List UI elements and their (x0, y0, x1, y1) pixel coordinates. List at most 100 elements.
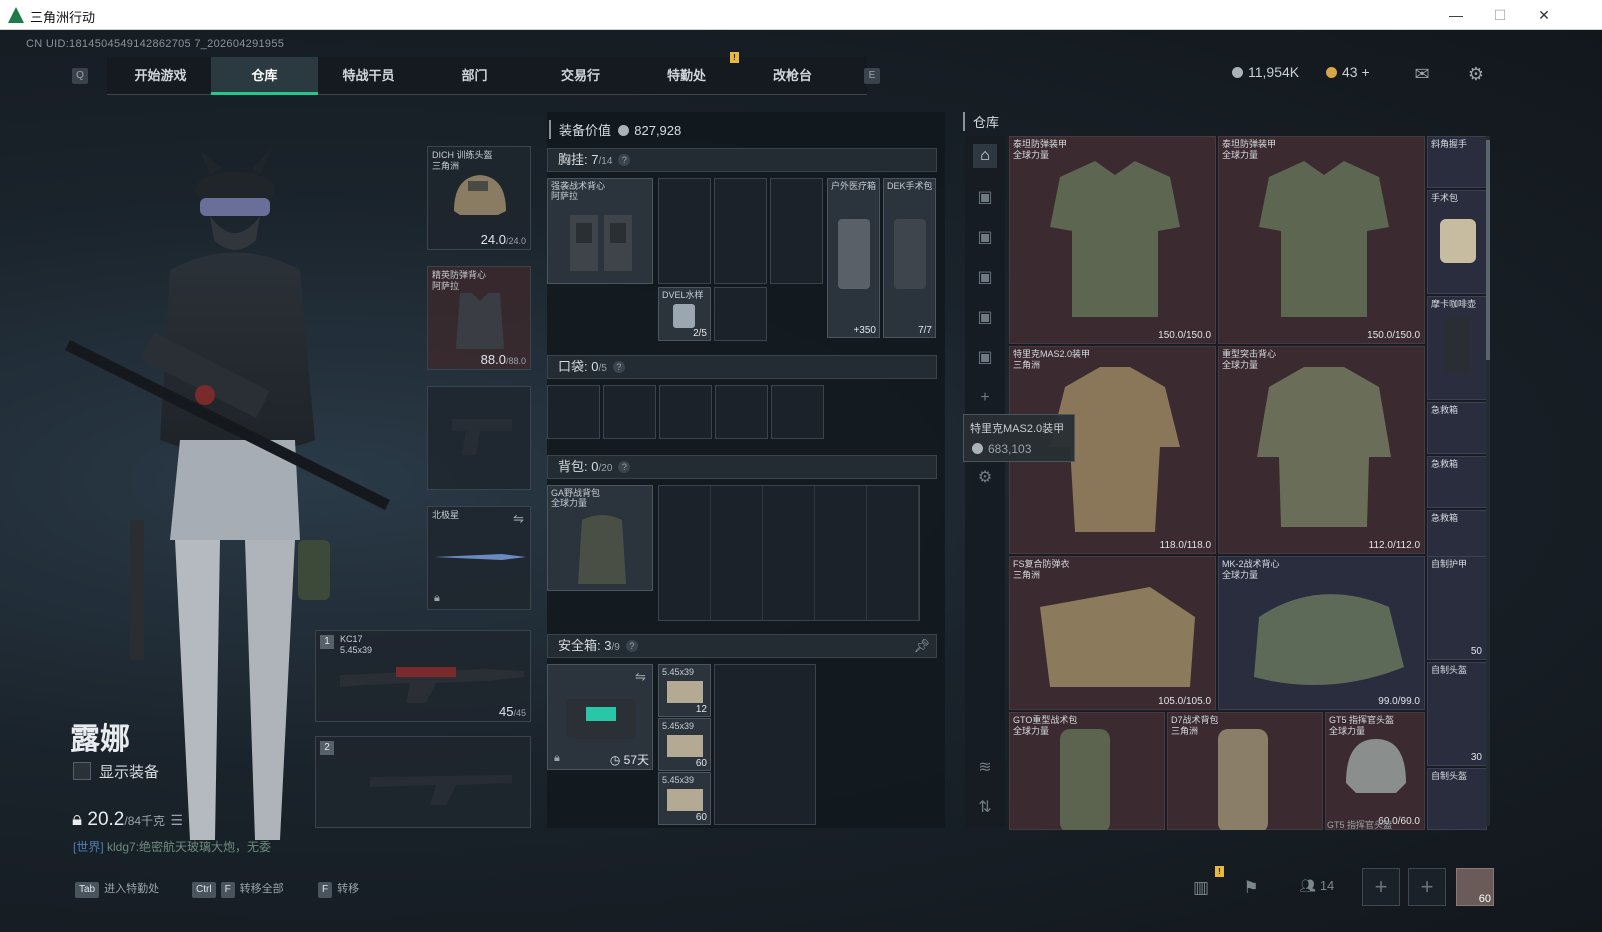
pocket-cell[interactable] (603, 385, 656, 439)
warehouse-item[interactable]: 泰坦防弹装甲 全球力量 150.0/150.0 (1218, 136, 1425, 344)
item-name: MK-2战术背心 (1222, 559, 1280, 569)
safe-box-item[interactable]: ⇋ 🔒︎ ◷ 57天 (547, 664, 653, 770)
chest-item-water[interactable]: DVEL水样 2/5 (658, 287, 711, 341)
mail-icon[interactable]: ✉ (1410, 64, 1434, 84)
chest-cell[interactable] (658, 178, 711, 284)
warehouse-item[interactable]: 泰坦防弹装甲 全球力量 150.0/150.0 (1009, 136, 1216, 344)
warehouse-small-item[interactable]: 急救箱 (1427, 456, 1487, 508)
tab-department[interactable]: 部门 (421, 57, 528, 95)
safe-help-icon[interactable]: ? (625, 640, 638, 652)
helmet-slot[interactable]: DICH 训练头盔 三角洲 24.0/24.0 (427, 146, 531, 250)
player-avatar[interactable]: 60 (1456, 868, 1494, 906)
warehouse-small-item[interactable]: 斜角握手 (1427, 136, 1487, 188)
pocket-cell[interactable] (547, 385, 600, 439)
layers-icon[interactable]: ≋ (973, 756, 997, 780)
nav-prev-key[interactable]: Q (72, 68, 88, 84)
chat-line[interactable]: [世界] kldg7:绝密航天玻璃大炮，无委 (73, 838, 271, 855)
backpack-name: GA野战背包 (551, 488, 601, 498)
chest-cell[interactable] (714, 287, 767, 341)
tab-special-ops[interactable]: 特勤处 (633, 57, 740, 95)
warehouse-scrollbar[interactable] (1486, 136, 1490, 826)
warehouse-page-icon[interactable]: ▣ (973, 266, 997, 290)
show-equipment-toggle[interactable]: 显示装备 (73, 761, 159, 782)
transfer-all-button[interactable]: Ctrl F 转移全部 (192, 875, 284, 903)
warehouse-small-item[interactable]: 自制护甲 50 (1427, 556, 1487, 660)
tab-warehouse[interactable]: 仓库 (211, 57, 318, 95)
pocket-cell[interactable] (715, 385, 768, 439)
safe-ammo-item[interactable]: 5.45x39 60 (658, 718, 711, 771)
friends-button[interactable]: 👥︎ 14 (1292, 878, 1342, 904)
pocket-cell[interactable] (771, 385, 824, 439)
safe-ammo-item[interactable]: 5.45x39 12 (658, 664, 711, 717)
warehouse-small-item[interactable]: 自制头盔 30 (1427, 662, 1487, 766)
warehouse-item[interactable]: 重型突击背心 全球力量 112.0/112.0 (1218, 346, 1425, 554)
settings-gear-icon[interactable]: ⚙ (1464, 64, 1488, 84)
chest-help-icon[interactable]: ? (618, 154, 631, 166)
warehouse-item[interactable]: FS复合防弹衣 三角洲 105.0/105.0 (1009, 556, 1216, 710)
carry-weight: 🔒︎ 20.2/84千克 ☰ (72, 809, 183, 831)
chest-cell[interactable] (770, 178, 823, 284)
safe-swap-icon[interactable]: ⇋ (635, 669, 646, 685)
maximize-button[interactable]: ☐ (1480, 4, 1520, 26)
minimize-button[interactable]: — (1436, 4, 1476, 26)
warehouse-page-icon[interactable]: ▣ (973, 306, 997, 330)
nav-next-key[interactable]: E (864, 68, 880, 84)
warehouse-small-item[interactable]: 急救箱 (1427, 510, 1487, 562)
chest-item-medkit[interactable]: 户外医疗箱 +350 (827, 178, 880, 338)
warehouse-item[interactable]: GTO重型战术包 全球力量 (1009, 712, 1165, 830)
warehouse-all-icon[interactable]: ⌂ (973, 144, 997, 168)
transfer-button[interactable]: F 转移 (318, 875, 359, 903)
sort-icon[interactable]: ⇅ (973, 796, 997, 820)
melee-lock-icon: 🔒︎ (434, 592, 440, 604)
show-equipment-checkbox[interactable] (73, 762, 91, 780)
add-page-icon[interactable]: + (973, 386, 997, 410)
chest-cell[interactable] (714, 178, 767, 284)
flag-icon[interactable]: ⚑ (1236, 878, 1266, 904)
backpack-item[interactable]: GA野战背包 全球力量 (547, 485, 653, 591)
warehouse-item[interactable]: D7战术背包 三角洲 (1167, 712, 1323, 830)
warehouse-small-item[interactable]: 自制头盔 (1427, 768, 1487, 830)
warehouse-small-item[interactable]: 手术包 (1427, 190, 1487, 294)
stats-icon[interactable]: ▥ (1186, 878, 1216, 904)
pocket-cell[interactable] (659, 385, 712, 439)
warehouse-item[interactable]: MK-2战术背心 全球力量 99.0/99.0 (1218, 556, 1425, 710)
item-icon (1440, 219, 1476, 263)
item-durability: 150.0/150.0 (1158, 330, 1211, 341)
close-button[interactable]: ✕ (1524, 4, 1564, 26)
scrollbar-thumb[interactable] (1486, 140, 1490, 360)
warehouse-page-icon[interactable]: ▣ (973, 226, 997, 250)
warehouse-settings-icon[interactable]: ⚙ (973, 466, 997, 490)
backpack-help-icon[interactable]: ? (618, 461, 631, 473)
tab-trade[interactable]: 交易行 (527, 57, 634, 95)
pocket-help-icon[interactable]: ? (612, 361, 625, 373)
chest-item-surgery[interactable]: DEK手术包 7/7 (883, 178, 936, 338)
item-name: 手术包 (1431, 193, 1459, 203)
tab-operators[interactable]: 特战干员 (315, 57, 422, 95)
tab-start-game[interactable]: 开始游戏 (107, 57, 214, 95)
item-count: 30 (1470, 752, 1482, 763)
invite-slot-button[interactable]: + (1408, 868, 1446, 906)
invite-slot-button[interactable]: + (1362, 868, 1400, 906)
warehouse-page-icon[interactable]: ▣ (973, 186, 997, 210)
swap-icon[interactable]: ⇋ (513, 511, 524, 527)
pin-icon[interactable]: 📌︎ (913, 635, 930, 657)
chest-rig-item[interactable]: 强袭战术背心 阿萨拉 (547, 178, 653, 284)
warehouse-page-icon[interactable]: ▣ (973, 346, 997, 370)
armor-slot[interactable]: 精英防弹背心 阿萨拉 88.0/88.0 (427, 266, 531, 370)
backpack-grid[interactable] (658, 485, 920, 621)
primary-weapon-slot[interactable]: 1 KC17 5.45x39 45/45 (315, 630, 531, 722)
warehouse-small-item[interactable]: 摩卡咖啡壶 (1427, 296, 1487, 400)
enter-special-ops-button[interactable]: Tab 进入特勤处 (75, 875, 159, 903)
warehouse-small-item[interactable]: 急救箱 (1427, 402, 1487, 454)
pocket-max: /5 (598, 363, 607, 374)
melee-slot[interactable]: 北极星 ⇋ 🔒︎ (427, 506, 531, 610)
warehouse-item[interactable]: GT5 指挥官头盔 全球力量 60.0/60.0 (1325, 712, 1425, 830)
tab-gunsmith[interactable]: 改枪台 (739, 57, 846, 95)
pistol-slot[interactable] (427, 386, 531, 490)
weight-max: /84千克 (124, 814, 166, 828)
safe-ammo-item[interactable]: 5.45x39 60 (658, 772, 711, 825)
safe-grid[interactable] (714, 664, 816, 825)
add-gold-button[interactable]: + (1361, 64, 1369, 80)
secondary-weapon-slot[interactable]: 2 (315, 736, 531, 828)
list-icon[interactable]: ☰ (170, 812, 183, 828)
